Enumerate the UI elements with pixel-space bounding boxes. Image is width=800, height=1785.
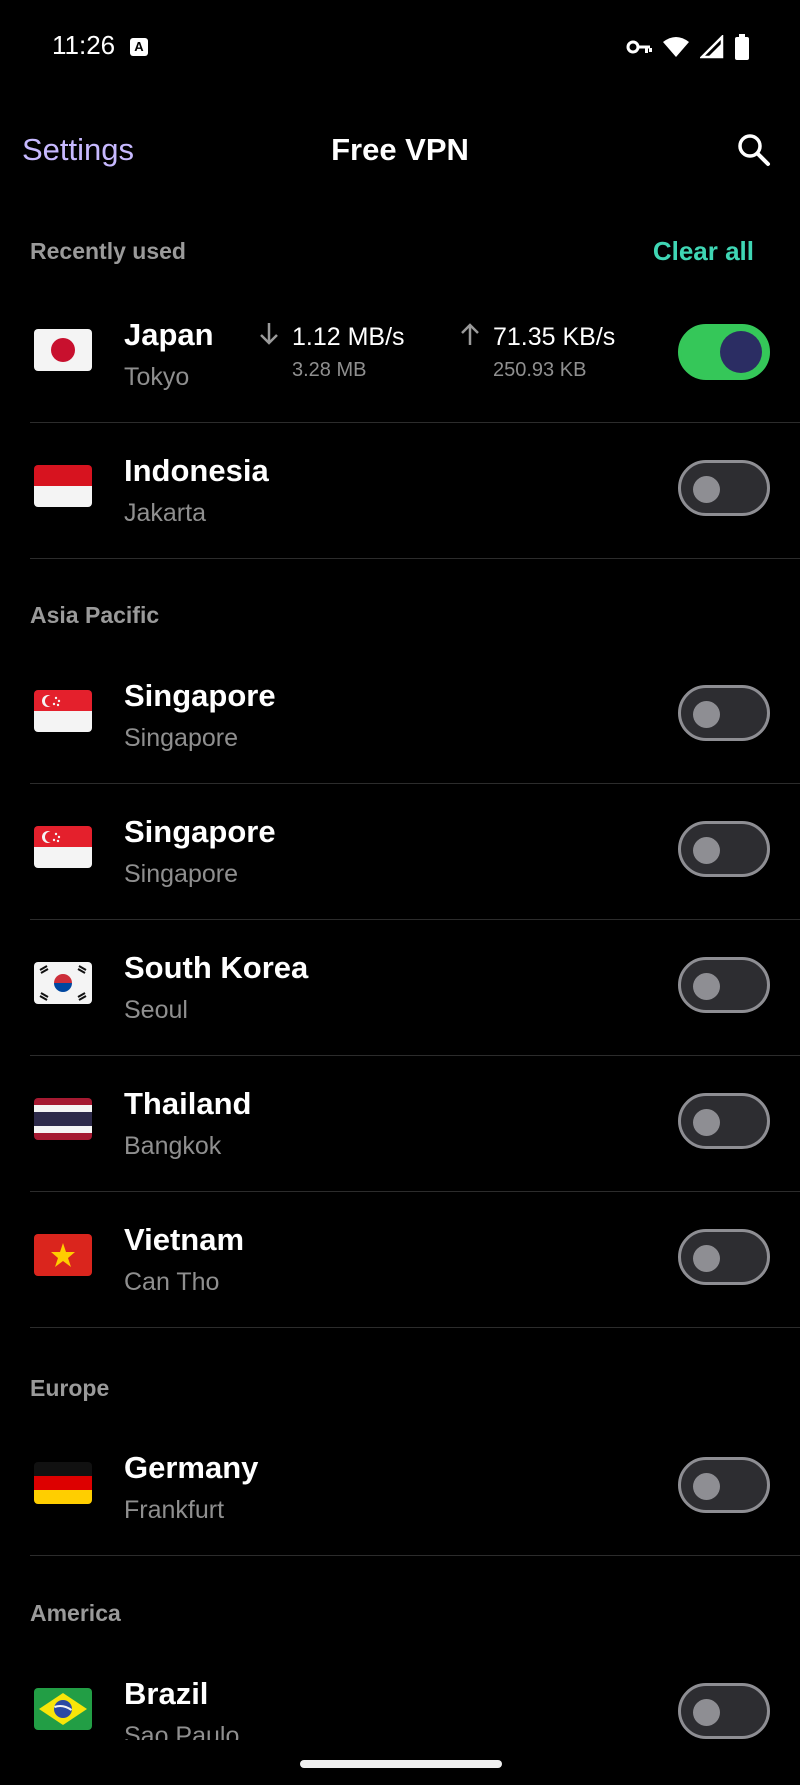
arrow-down-icon bbox=[260, 323, 278, 345]
server-city: Jakarta bbox=[124, 499, 206, 527]
server-city: Singapore bbox=[124, 860, 238, 888]
connect-toggle[interactable] bbox=[678, 821, 770, 877]
divider bbox=[30, 1555, 800, 1556]
toggle-knob bbox=[693, 973, 720, 1000]
connect-toggle[interactable] bbox=[678, 1093, 770, 1149]
battery-icon bbox=[735, 34, 749, 60]
server-row-germany[interactable]: Germany Frankfurt bbox=[0, 1420, 800, 1556]
connect-toggle[interactable] bbox=[678, 1683, 770, 1739]
server-city: Seoul bbox=[124, 996, 188, 1024]
server-country: Singapore bbox=[124, 814, 276, 849]
section-header-europe: Europe bbox=[30, 1375, 110, 1401]
toggle-knob bbox=[693, 701, 720, 728]
server-country: South Korea bbox=[124, 950, 309, 985]
server-row-indonesia[interactable]: Indonesia Jakarta bbox=[0, 423, 800, 559]
connect-toggle[interactable] bbox=[678, 1457, 770, 1513]
server-row-brazil[interactable]: Brazil Sao Paulo bbox=[0, 1646, 800, 1740]
section-header-asia-pacific: Asia Pacific bbox=[30, 602, 160, 628]
connect-toggle[interactable] bbox=[678, 460, 770, 516]
status-icons bbox=[626, 34, 750, 60]
settings-button[interactable]: Settings bbox=[22, 132, 134, 168]
server-country: Brazil bbox=[124, 1676, 209, 1711]
flag-singapore-icon bbox=[34, 826, 92, 868]
server-country: Indonesia bbox=[124, 453, 269, 488]
divider bbox=[30, 558, 800, 559]
notification-a-icon: A bbox=[130, 38, 148, 56]
divider bbox=[30, 1327, 800, 1328]
upload-total: 250.93 KB bbox=[493, 359, 587, 381]
server-city: Singapore bbox=[124, 724, 238, 752]
list-clip: Brazil Sao Paulo bbox=[0, 1640, 800, 1740]
flag-south-korea-icon bbox=[34, 962, 92, 1004]
toggle-knob bbox=[693, 1473, 720, 1500]
server-row-vietnam[interactable]: Vietnam Can Tho bbox=[0, 1192, 800, 1328]
server-city: Tokyo bbox=[124, 363, 190, 391]
toggle-knob bbox=[693, 476, 720, 503]
server-city: Bangkok bbox=[124, 1132, 222, 1160]
connect-toggle[interactable] bbox=[678, 1229, 770, 1285]
toggle-knob bbox=[720, 331, 762, 373]
search-icon bbox=[738, 134, 770, 166]
toggle-knob bbox=[693, 837, 720, 864]
toggle-knob bbox=[693, 1699, 720, 1726]
server-row-singapore[interactable]: Singapore Singapore bbox=[0, 784, 800, 920]
server-city: Sao Paulo bbox=[124, 1722, 240, 1740]
connect-toggle[interactable] bbox=[678, 957, 770, 1013]
wifi-icon bbox=[663, 37, 689, 57]
server-country: Singapore bbox=[124, 678, 276, 713]
server-country: Germany bbox=[124, 1450, 259, 1485]
server-row-thailand[interactable]: Thailand Bangkok bbox=[0, 1056, 800, 1192]
flag-germany-icon bbox=[34, 1462, 92, 1504]
flag-indonesia-icon bbox=[34, 465, 92, 507]
search-button[interactable] bbox=[734, 130, 774, 170]
server-row-south-korea[interactable]: South Korea Seoul bbox=[0, 920, 800, 1056]
vpn-key-icon bbox=[626, 40, 652, 54]
section-header-america: America bbox=[30, 1600, 121, 1626]
status-bar: 11:26 A bbox=[0, 0, 800, 96]
flag-thailand-icon bbox=[34, 1098, 92, 1140]
server-row-singapore[interactable]: Singapore Singapore bbox=[0, 648, 800, 784]
toggle-knob bbox=[693, 1109, 720, 1136]
server-city: Frankfurt bbox=[124, 1496, 225, 1524]
connect-toggle[interactable] bbox=[678, 685, 770, 741]
server-row-japan[interactable]: Japan Tokyo 1.12 MB/s 3.28 MB 71.35 KB/s… bbox=[0, 287, 800, 423]
section-header-recently-used: Recently used bbox=[30, 238, 186, 264]
home-indicator[interactable] bbox=[300, 1760, 502, 1768]
server-country: Thailand bbox=[124, 1086, 252, 1121]
flag-singapore-icon bbox=[34, 690, 92, 732]
download-rate: 1.12 MB/s bbox=[292, 323, 405, 351]
toggle-knob bbox=[693, 1245, 720, 1272]
upload-rate: 71.35 KB/s bbox=[493, 323, 616, 351]
clear-all-button[interactable]: Clear all bbox=[653, 236, 754, 267]
flag-japan-icon bbox=[34, 329, 92, 371]
app-bar: Settings Free VPN bbox=[0, 110, 800, 190]
server-city: Can Tho bbox=[124, 1268, 220, 1296]
signal-icon bbox=[700, 35, 724, 59]
flag-vietnam-icon bbox=[34, 1234, 92, 1276]
connect-toggle[interactable] bbox=[678, 324, 770, 380]
download-total: 3.28 MB bbox=[292, 359, 367, 381]
server-country: Japan bbox=[124, 317, 214, 352]
status-time: 11:26 bbox=[52, 30, 116, 60]
flag-brazil-icon bbox=[34, 1688, 92, 1730]
server-country: Vietnam bbox=[124, 1222, 245, 1257]
arrow-up-icon bbox=[461, 323, 479, 345]
